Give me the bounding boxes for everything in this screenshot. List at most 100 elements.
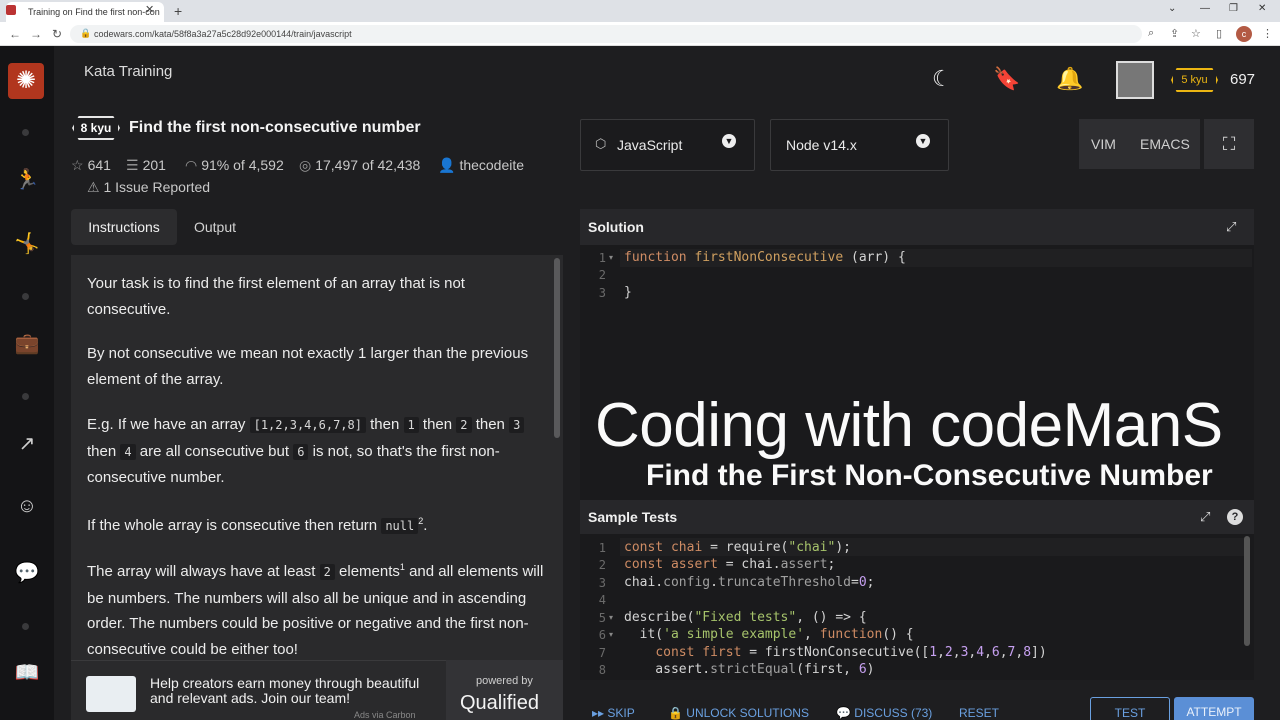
back-icon[interactable]: ← <box>9 27 21 41</box>
codewars-logo-icon[interactable]: ✺ <box>8 63 44 99</box>
star-icon: ☆ <box>71 157 84 173</box>
honor-score: 697 <box>1230 71 1256 88</box>
instructions-paragraph: The array will always have at least 2 el… <box>87 555 549 660</box>
vim-mode-button[interactable]: VIM <box>1091 136 1116 152</box>
lock-icon: 🔒 <box>80 28 92 38</box>
new-tab-icon[interactable]: + <box>174 3 182 19</box>
fold-icon[interactable]: ▾ <box>609 253 613 262</box>
author-name: thecodeite <box>459 157 525 173</box>
attempt-button[interactable]: ATTEMPT <box>1174 697 1254 720</box>
video-overlay-title: Coding with codeManS <box>595 391 1223 460</box>
code-number: 2 <box>944 645 953 660</box>
training-icon[interactable]: 🏃 <box>14 167 40 192</box>
runtime-select[interactable]: Node v14.x ▼ <box>770 119 949 171</box>
inline-code: 2 <box>456 417 472 433</box>
ad-carbon-label[interactable]: Ads via Carbon <box>354 710 416 720</box>
user-avatar[interactable] <box>1116 61 1154 99</box>
discord-icon[interactable]: ☺ <box>14 495 40 518</box>
help-icon[interactable]: ? <box>1227 509 1243 525</box>
text-span: The array will always have at least <box>87 563 316 580</box>
bookmark-icon[interactable]: 🔖 <box>993 66 1020 92</box>
skip-label: SKIP <box>607 706 635 720</box>
completed-total: of 42,438 <box>361 157 421 173</box>
language-logo-icon: ⬡ <box>595 136 607 151</box>
fold-icon[interactable]: ▾ <box>609 630 613 639</box>
tab-output[interactable]: Output <box>180 209 250 245</box>
tab-instructions[interactable]: Instructions <box>71 209 177 245</box>
issues-reported[interactable]: ⚠ 1 Issue Reported <box>87 179 210 196</box>
reload-icon[interactable]: ↻ <box>52 27 62 41</box>
divider-dot <box>22 293 29 300</box>
user-icon: 👤 <box>438 157 456 173</box>
solution-title: Solution <box>588 219 644 235</box>
footnote-ref[interactable]: 1 <box>400 562 405 572</box>
tab-close-icon[interactable]: ✕ <box>145 3 154 16</box>
bookmark-star-icon[interactable]: ☆ <box>1191 27 1201 40</box>
user-rank-badge: 5 kyu <box>1171 68 1218 92</box>
ad-image[interactable] <box>86 676 136 712</box>
instructions-paragraph: E.g. If we have an array [1,2,3,4,6,7,8]… <box>87 412 549 491</box>
inline-code: [1,2,3,4,6,7,8] <box>249 417 366 433</box>
dark-mode-moon-icon[interactable]: ☾ <box>932 66 952 92</box>
restore-icon[interactable]: ❐ <box>1229 3 1238 14</box>
author-stat[interactable]: 👤 thecodeite <box>438 157 524 174</box>
text-span: . <box>423 517 428 534</box>
fullscreen-icon[interactable]: ⛶ <box>1204 119 1254 169</box>
code-number: 0 <box>858 575 867 590</box>
reset-button[interactable]: RESET <box>959 706 999 720</box>
sample-tests-header <box>580 500 1254 534</box>
sidepanel-icon[interactable]: ▯ <box>1216 27 1222 40</box>
qualified-logo[interactable]: Qualified <box>460 692 539 715</box>
instructions-scrollbar[interactable] <box>554 258 560 438</box>
zoom-icon[interactable]: ⌕ <box>1148 27 1154 40</box>
satisfaction-total: of 4,592 <box>233 157 284 173</box>
code-line: chai.config.truncateThreshold=0; <box>624 575 875 590</box>
emacs-mode-button[interactable]: EMACS <box>1140 136 1190 152</box>
ad-text[interactable]: Help creators earn money through beautif… <box>150 676 440 706</box>
docs-book-icon[interactable]: 📖 <box>14 660 40 685</box>
expand-icon[interactable]: ⤢ <box>1226 219 1236 235</box>
code-identifier: first <box>702 645 742 660</box>
code-line: assert.strictEqual(first, 6) <box>624 662 875 677</box>
practice-icon[interactable]: 🤸 <box>14 231 40 256</box>
fold-icon[interactable]: ▾ <box>609 613 613 622</box>
briefcase-icon[interactable]: 💼 <box>14 331 40 356</box>
collections-stat[interactable]: ☰ 201 <box>126 157 166 174</box>
stars-stat[interactable]: ☆ 641 <box>71 157 111 174</box>
target-icon: ◎ <box>299 157 312 173</box>
expand-icon[interactable]: ⤢ <box>1200 509 1210 525</box>
unlock-solutions-button[interactable]: 🔒 UNLOCK SOLUTIONS <box>668 706 809 720</box>
discuss-button[interactable]: 💬 DISCUSS (73) <box>836 706 932 720</box>
profile-avatar[interactable]: c <box>1236 26 1252 42</box>
language-select[interactable]: ⬡ JavaScript ▼ <box>580 119 755 171</box>
test-button[interactable]: TEST <box>1090 697 1170 720</box>
completed-stat: ◎ 17,497 of 42,438 <box>299 157 420 174</box>
code-number: 4 <box>976 645 985 660</box>
text-span: E.g. If we have an array <box>87 416 246 433</box>
window-close-icon[interactable]: ✕ <box>1258 3 1266 14</box>
leaderboard-icon[interactable]: ↗ <box>14 431 40 456</box>
tests-scrollbar[interactable] <box>1244 536 1250 646</box>
browser-menu-icon[interactable]: ⋮ <box>1262 27 1273 40</box>
text-span: then <box>370 416 400 433</box>
notifications-bell-icon[interactable]: 🔔 <box>1056 66 1083 92</box>
code-line: const chai = require("chai"); <box>624 540 851 555</box>
comment-icon: 💬 <box>836 706 855 720</box>
sample-tests-title: Sample Tests <box>588 509 678 525</box>
line-number: 3 <box>598 576 606 590</box>
discussion-icon[interactable]: 💬 <box>14 560 40 585</box>
code-keyword: const <box>624 557 664 572</box>
minimize-icon[interactable]: — <box>1200 3 1210 14</box>
text-span: then <box>475 416 505 433</box>
tab-search-icon[interactable]: ⌄ <box>1168 3 1176 14</box>
code-line: const first = firstNonConsecutive([1,2,3… <box>655 645 1047 660</box>
code-text: (arr) { <box>843 250 906 265</box>
share-icon[interactable]: ⇪ <box>1170 27 1179 40</box>
browser-tab[interactable]: Training on Find the first non-con <box>6 2 164 22</box>
code-keyword: const <box>655 645 695 660</box>
language-value: JavaScript <box>617 137 683 153</box>
line-number: 4 <box>598 593 606 607</box>
skip-button[interactable]: ▸▸ SKIP <box>592 706 635 720</box>
line-number: 7 <box>598 646 606 660</box>
forward-icon[interactable]: → <box>30 27 42 41</box>
